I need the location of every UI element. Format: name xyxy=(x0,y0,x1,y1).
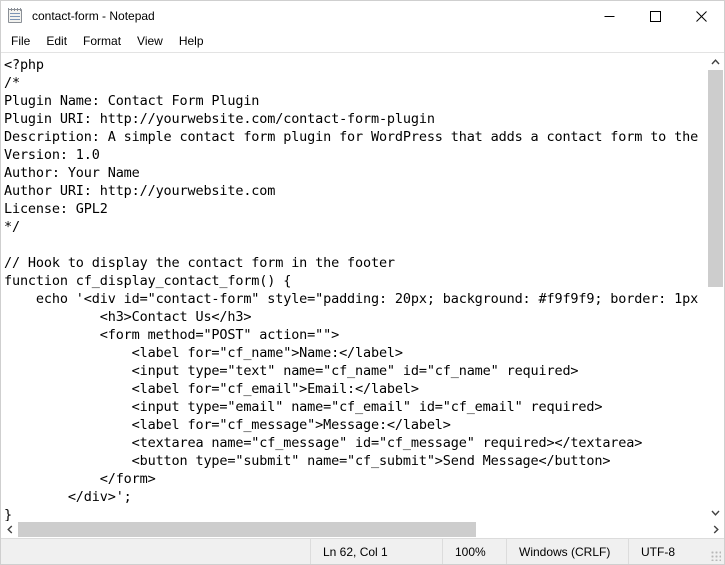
menu-item-view[interactable]: View xyxy=(129,32,171,51)
minimize-button[interactable] xyxy=(586,1,632,31)
menu-item-file[interactable]: File xyxy=(3,32,38,51)
status-line-endings: Windows (CRLF) xyxy=(507,539,629,564)
editor-content[interactable]: <?php /* Plugin Name: Contact Form Plugi… xyxy=(4,56,706,521)
status-spacer xyxy=(1,539,311,564)
scroll-down-arrow[interactable] xyxy=(707,504,724,521)
status-zoom-level[interactable]: 100% xyxy=(443,539,507,564)
horizontal-scrollbar[interactable] xyxy=(1,521,724,538)
notepad-window: contact-form - Notepad File Edit Format … xyxy=(0,0,725,565)
notepad-icon xyxy=(8,8,24,24)
window-title: contact-form - Notepad xyxy=(32,9,155,23)
chevron-up-icon xyxy=(711,58,720,64)
menu-item-edit[interactable]: Edit xyxy=(38,32,75,51)
editor-row: <?php /* Plugin Name: Contact Form Plugi… xyxy=(1,53,724,521)
maximize-button[interactable] xyxy=(632,1,678,31)
vertical-scrollbar[interactable] xyxy=(706,53,724,521)
vertical-scroll-track[interactable] xyxy=(707,70,724,504)
editor-region: <?php /* Plugin Name: Contact Form Plugi… xyxy=(1,52,724,538)
close-button[interactable] xyxy=(678,1,724,31)
maximize-icon xyxy=(649,10,661,22)
horizontal-scroll-track[interactable] xyxy=(18,521,707,538)
menu-item-format[interactable]: Format xyxy=(75,32,129,51)
minimize-icon xyxy=(604,15,614,17)
status-encoding: UTF-8 xyxy=(641,544,675,559)
chevron-right-icon xyxy=(713,525,719,534)
chevron-down-icon xyxy=(711,510,720,516)
chevron-left-icon xyxy=(6,525,12,534)
scroll-right-arrow[interactable] xyxy=(707,521,724,538)
menu-item-help[interactable]: Help xyxy=(171,32,212,51)
text-editor[interactable]: <?php /* Plugin Name: Contact Form Plugi… xyxy=(1,53,706,521)
resize-grip[interactable] xyxy=(711,551,721,561)
close-icon xyxy=(695,10,707,22)
scroll-left-arrow[interactable] xyxy=(1,521,18,538)
horizontal-scroll-thumb[interactable] xyxy=(18,522,477,537)
status-cursor-position: Ln 62, Col 1 xyxy=(311,539,443,564)
status-bar: Ln 62, Col 1 100% Windows (CRLF) UTF-8 xyxy=(1,538,724,564)
vertical-scroll-thumb[interactable] xyxy=(708,70,723,287)
scroll-up-arrow[interactable] xyxy=(707,53,724,70)
window-caption-buttons xyxy=(586,1,724,31)
menu-bar: File Edit Format View Help xyxy=(1,31,724,52)
title-bar[interactable]: contact-form - Notepad xyxy=(1,1,724,31)
